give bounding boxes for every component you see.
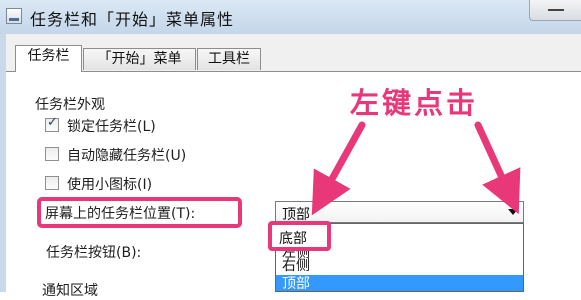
small-icons-label[interactable]: 使用小图标(I): [67, 174, 152, 194]
taskbar-position-label: 屏幕上的任务栏位置(T):: [45, 206, 196, 222]
title-bar: 任务栏和「开始」菜单属性: [0, 0, 581, 34]
dropdown-option-top[interactable]: 顶部: [276, 275, 523, 291]
dropdown-arrow-icon[interactable]: [508, 209, 518, 215]
checkmark-icon: ✓: [47, 115, 58, 130]
annotation-left-click: 左键点击: [350, 86, 479, 120]
tab-taskbar[interactable]: 任务栏: [15, 45, 82, 72]
close-button[interactable]: [529, 0, 581, 21]
taskbar-buttons-label: 任务栏按钮(B):: [46, 245, 142, 261]
checkbox-box[interactable]: [45, 147, 59, 161]
tab-start-menu[interactable]: 「开始」菜单: [83, 48, 196, 70]
auto-hide-label[interactable]: 自动隐藏任务栏(U): [67, 145, 186, 165]
notification-group-title: 通知区域: [42, 283, 98, 299]
highlighted-option-label[interactable]: 底部: [279, 228, 307, 248]
taskbar-position-select[interactable]: 顶部: [275, 201, 524, 223]
window-icon: [6, 8, 22, 24]
tab-toolbars[interactable]: 工具栏: [197, 48, 261, 70]
checkbox-box[interactable]: ✓: [45, 115, 59, 132]
bottom-option-highlight[interactable]: 底部: [268, 221, 331, 251]
dropdown-option-right[interactable]: 右侧: [276, 257, 523, 275]
checkbox-box[interactable]: [45, 176, 59, 190]
window-title: 任务栏和「开始」菜单属性: [30, 10, 235, 29]
lock-taskbar-label[interactable]: 锁定任务栏(L): [67, 116, 156, 136]
appearance-group-title: 任务栏外观: [35, 97, 105, 113]
